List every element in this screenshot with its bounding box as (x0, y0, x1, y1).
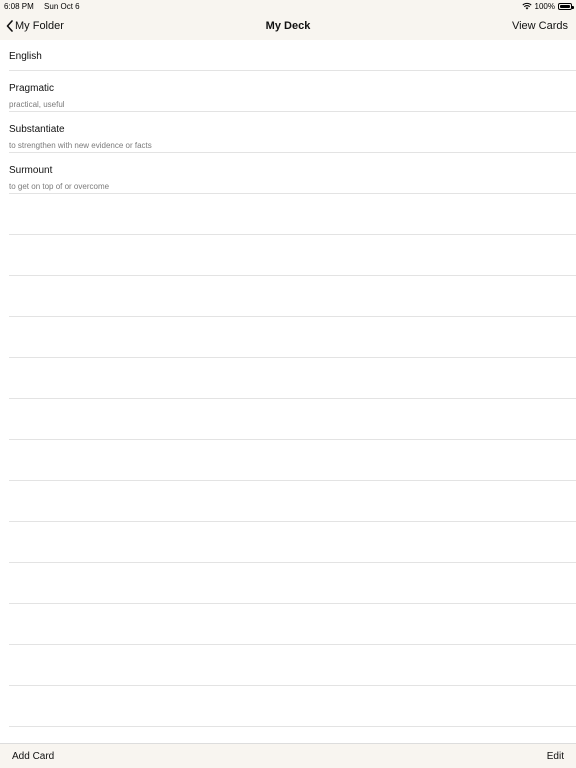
wifi-icon (521, 2, 532, 10)
empty-row (9, 317, 576, 358)
card-row[interactable]: Substantiate to strengthen with new evid… (9, 112, 576, 153)
card-subtitle: practical, useful (9, 100, 65, 109)
card-title: Surmount (9, 165, 53, 176)
bottom-toolbar: Add Card Edit (0, 743, 576, 768)
empty-row (9, 563, 576, 604)
card-row[interactable]: English (9, 40, 576, 71)
card-subtitle: to get on top of or overcome (9, 182, 110, 191)
empty-row (9, 604, 576, 645)
status-left: 6:08 PM Sun Oct 6 (4, 2, 88, 11)
status-right: 100% (521, 1, 574, 11)
status-date: Sun Oct 6 (44, 1, 80, 11)
card-subtitle: to strengthen with new evidence or facts (9, 141, 152, 150)
empty-row (9, 481, 576, 522)
empty-row (9, 522, 576, 563)
battery-icon (558, 2, 574, 10)
empty-row (9, 440, 576, 481)
chevron-left-icon (6, 20, 13, 32)
empty-row (9, 399, 576, 440)
empty-row (9, 358, 576, 399)
empty-row (9, 235, 576, 276)
card-list: English Pragmatic practical, useful Subs… (0, 40, 576, 743)
card-title: English (9, 51, 42, 62)
back-label: My Folder (15, 20, 64, 32)
status-time: 6:08 PM (4, 1, 34, 11)
page-title: My Deck (265, 20, 311, 32)
empty-row (9, 194, 576, 235)
empty-row (9, 645, 576, 686)
empty-row (9, 727, 576, 743)
card-row[interactable]: Surmount to get on top of or overcome (9, 153, 576, 194)
card-title: Pragmatic (9, 83, 55, 94)
battery-fill (560, 4, 570, 8)
navigation-bar: My Folder My Deck View Cards (0, 12, 576, 40)
empty-row (9, 276, 576, 317)
edit-button[interactable]: Edit (547, 751, 564, 762)
add-card-button[interactable]: Add Card (12, 751, 54, 762)
card-row[interactable]: Pragmatic practical, useful (9, 71, 576, 112)
battery-percent: 100% (534, 1, 555, 11)
back-button[interactable]: My Folder (6, 20, 64, 32)
status-bar: 6:08 PM Sun Oct 6 100% (0, 0, 576, 12)
empty-row (9, 686, 576, 727)
view-cards-button[interactable]: View Cards (512, 20, 568, 32)
card-title: Substantiate (9, 124, 65, 135)
